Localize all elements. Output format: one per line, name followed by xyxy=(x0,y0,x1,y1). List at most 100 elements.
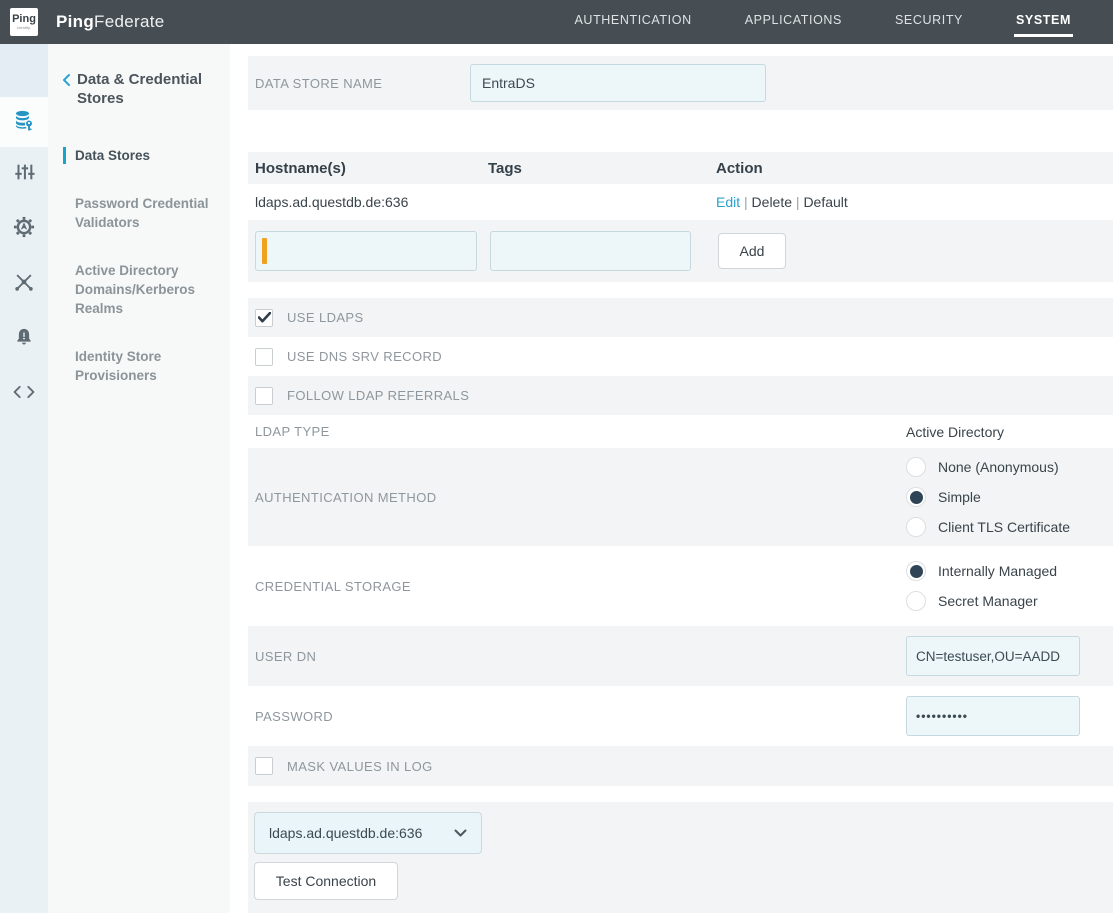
auth-simple-radio[interactable] xyxy=(906,487,926,507)
rail-item-notifications[interactable] xyxy=(0,312,48,367)
rail-top-spacer xyxy=(0,44,48,97)
chevron-down-icon xyxy=(454,824,467,842)
use-dns-srv-row: USE DNS SRV RECORD xyxy=(248,337,1113,376)
nav-applications[interactable]: APPLICATIONS xyxy=(743,7,844,37)
test-connection-button[interactable]: Test Connection xyxy=(254,862,398,900)
new-tags-input[interactable] xyxy=(490,231,691,271)
mask-values-row: MASK VALUES IN LOG xyxy=(248,746,1113,786)
host-table-row: ldaps.ad.questdb.de:636 Edit | Delete | … xyxy=(248,184,1113,220)
user-dn-input[interactable] xyxy=(906,636,1080,676)
spacer xyxy=(248,110,1113,152)
auth-option-none: None (Anonymous) xyxy=(906,452,1070,482)
node-connections-icon xyxy=(13,271,35,298)
default-link[interactable]: Default xyxy=(803,194,847,210)
col-tags: Tags xyxy=(488,160,716,177)
authentication-method-options: None (Anonymous) Simple Client TLS Certi… xyxy=(906,448,1070,546)
sidebar-menu: Data Stores Password Credential Validato… xyxy=(62,146,216,385)
check-icon xyxy=(258,312,271,323)
hosts-table-header: Hostname(s) Tags Action xyxy=(248,152,1113,184)
mask-values-label: MASK VALUES IN LOG xyxy=(287,759,433,774)
ldap-type-row: LDAP TYPE Active Directory xyxy=(248,415,1113,448)
primary-nav: AUTHENTICATION APPLICATIONS SECURITY SYS… xyxy=(573,7,1074,37)
mask-values-checkbox[interactable] xyxy=(255,757,273,775)
col-hostnames: Hostname(s) xyxy=(255,160,488,177)
delete-link[interactable]: Delete xyxy=(752,194,792,210)
chevron-left-icon xyxy=(62,73,71,108)
follow-ldap-referrals-label: FOLLOW LDAP REFERRALS xyxy=(287,388,469,403)
sidebar-back-link[interactable]: Data & Credential Stores xyxy=(62,70,216,108)
auth-none-radio[interactable] xyxy=(906,457,926,477)
input-caret xyxy=(262,238,267,264)
credential-storage-label: CREDENTIAL STORAGE xyxy=(255,579,411,594)
sidebar-section-title: Data & Credential Stores xyxy=(77,70,216,108)
sidebar-item-password-credential-validators[interactable]: Password Credential Validators xyxy=(62,194,216,232)
use-dns-srv-label: USE DNS SRV RECORD xyxy=(287,349,442,364)
sidebar: Data & Credential Stores Data Stores Pas… xyxy=(48,44,230,913)
sliders-icon xyxy=(13,161,35,188)
main-content: DATA STORE NAME Hostname(s) Tags Action … xyxy=(230,44,1113,913)
user-dn-label: USER DN xyxy=(255,649,316,664)
gear-arrow-icon xyxy=(13,216,35,243)
ldap-type-value: Active Directory xyxy=(906,424,1004,440)
sidebar-item-ad-domains-kerberos-realms[interactable]: Active Directory Domains/Kerberos Realms xyxy=(62,261,216,318)
rail-item-api[interactable] xyxy=(0,367,48,422)
data-store-name-row: DATA STORE NAME xyxy=(248,56,1113,110)
auth-client-tls-radio[interactable] xyxy=(906,517,926,537)
ldap-type-label: LDAP TYPE xyxy=(255,424,330,439)
data-store-name-label: DATA STORE NAME xyxy=(255,76,470,91)
use-ldaps-label: USE LDAPS xyxy=(287,310,364,325)
nav-security[interactable]: SECURITY xyxy=(893,7,965,37)
rail-item-settings[interactable] xyxy=(0,147,48,202)
internally-managed-radio[interactable] xyxy=(906,561,926,581)
internally-managed-label: Internally Managed xyxy=(938,563,1057,579)
product-title-bold: Ping xyxy=(56,12,94,31)
rail-item-cluster[interactable] xyxy=(0,257,48,312)
host-select-value: ldaps.ad.questdb.de:636 xyxy=(269,825,454,841)
rail-item-server[interactable] xyxy=(0,202,48,257)
auth-simple-label: Simple xyxy=(938,489,981,505)
add-host-row: Add xyxy=(248,220,1113,282)
password-row: PASSWORD xyxy=(248,686,1113,746)
follow-ldap-referrals-checkbox[interactable] xyxy=(255,387,273,405)
secret-manager-label: Secret Manager xyxy=(938,593,1038,609)
add-button[interactable]: Add xyxy=(718,233,786,269)
ping-logo-subtext: Identity. xyxy=(17,25,31,30)
spacer xyxy=(248,786,1113,802)
secret-manager-radio[interactable] xyxy=(906,591,926,611)
pingfederate-app: Ping Identity. PingFederate AUTHENTICATI… xyxy=(0,0,1113,913)
action-cell: Edit | Delete | Default xyxy=(716,194,1113,210)
storage-option-secret-manager: Secret Manager xyxy=(906,586,1057,616)
product-title-light: Federate xyxy=(94,12,164,31)
spacer xyxy=(248,282,1113,298)
auth-option-client-tls: Client TLS Certificate xyxy=(906,512,1070,542)
credential-storage-options: Internally Managed Secret Manager xyxy=(906,546,1057,626)
sidebar-item-identity-store-provisioners[interactable]: Identity Store Provisioners xyxy=(62,347,216,385)
data-store-name-input[interactable] xyxy=(470,64,766,102)
password-label: PASSWORD xyxy=(255,709,333,724)
edit-link[interactable]: Edit xyxy=(716,194,740,210)
col-action: Action xyxy=(716,160,1113,177)
follow-ldap-referrals-row: FOLLOW LDAP REFERRALS xyxy=(248,376,1113,415)
nav-system[interactable]: SYSTEM xyxy=(1014,7,1073,37)
data-store-key-icon xyxy=(12,108,36,137)
new-hostname-input[interactable] xyxy=(255,231,477,271)
ping-logo: Ping Identity. xyxy=(10,8,38,36)
icon-rail xyxy=(0,44,48,913)
use-dns-srv-checkbox[interactable] xyxy=(255,348,273,366)
host-cell: ldaps.ad.questdb.de:636 xyxy=(255,194,488,210)
storage-option-internal: Internally Managed xyxy=(906,556,1057,586)
sidebar-item-data-stores[interactable]: Data Stores xyxy=(62,146,216,165)
auth-none-label: None (Anonymous) xyxy=(938,459,1059,475)
authentication-method-row: AUTHENTICATION METHOD None (Anonymous) S… xyxy=(248,448,1113,546)
top-header: Ping Identity. PingFederate AUTHENTICATI… xyxy=(0,0,1113,44)
nav-authentication[interactable]: AUTHENTICATION xyxy=(573,7,694,37)
password-input[interactable] xyxy=(906,696,1080,736)
user-dn-row: USER DN xyxy=(248,626,1113,686)
rail-item-data-stores[interactable] xyxy=(0,97,48,147)
use-ldaps-checkbox[interactable] xyxy=(255,309,273,327)
auth-option-simple: Simple xyxy=(906,482,1070,512)
credential-storage-row: CREDENTIAL STORAGE Internally Managed Se… xyxy=(248,546,1113,626)
product-title: PingFederate xyxy=(56,12,164,32)
host-select-dropdown[interactable]: ldaps.ad.questdb.de:636 xyxy=(254,812,482,854)
use-ldaps-row: USE LDAPS xyxy=(248,298,1113,337)
